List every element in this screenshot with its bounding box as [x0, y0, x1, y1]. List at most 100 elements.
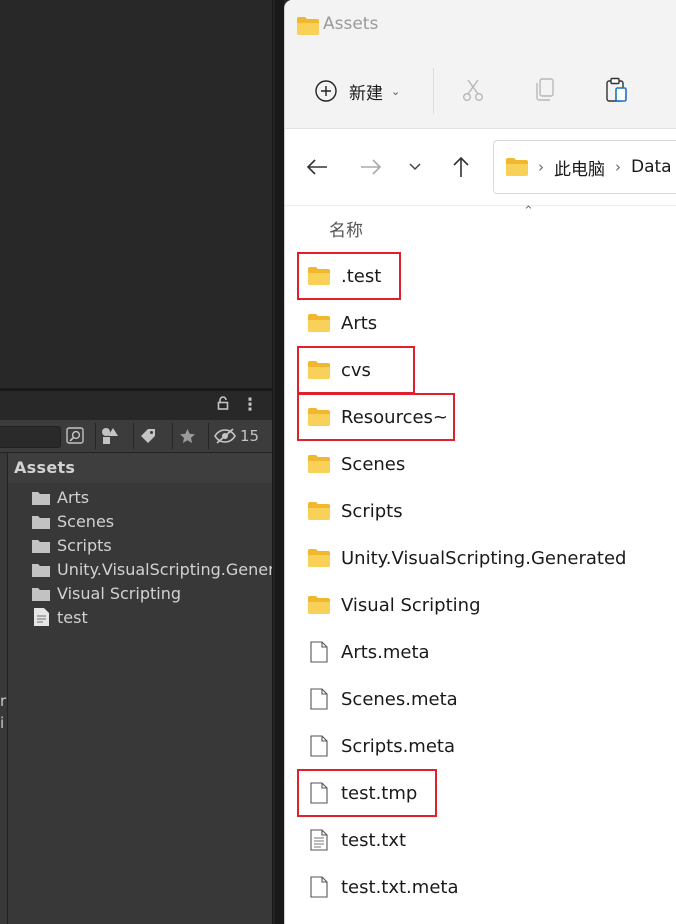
file-name: Arts	[341, 312, 378, 334]
breadcrumb-item[interactable]: 此电脑	[554, 155, 605, 180]
clipped-text: i	[0, 714, 5, 732]
navigation-bar: › 此电脑 › Data	[285, 129, 676, 206]
text-file-icon	[307, 828, 331, 852]
file-row[interactable]: test.txt.meta	[307, 871, 676, 903]
folder-icon	[307, 405, 331, 429]
asset-item[interactable]: Scenes	[32, 509, 272, 533]
text-file-icon	[32, 608, 50, 626]
back-arrow-icon[interactable]	[302, 152, 332, 182]
up-arrow-icon[interactable]	[446, 152, 476, 182]
project-search-input[interactable]	[0, 426, 61, 448]
file-explorer-window: Assets 新建 ⌄ › 此电脑 › Data ⌃ 名称 .test Arts…	[284, 0, 676, 924]
assets-header: Assets	[8, 453, 272, 483]
folder-icon	[297, 17, 319, 39]
folder-icon	[32, 585, 50, 601]
sort-ascending-icon: ⌃	[523, 204, 534, 219]
file-row[interactable]: Scenes.meta	[307, 683, 676, 715]
asset-item-label: Scripts	[57, 535, 112, 555]
file-name: test.txt.meta	[341, 876, 459, 898]
folder-icon	[307, 452, 331, 476]
lock-icon[interactable]	[214, 395, 232, 415]
panel-divider-vertical[interactable]	[272, 0, 284, 924]
toolbar-divider	[433, 68, 434, 114]
file-row[interactable]: Scenes	[307, 448, 676, 480]
file-icon	[307, 640, 331, 664]
folder-icon	[307, 358, 331, 382]
cut-icon[interactable]	[459, 76, 487, 104]
recent-locations-chevron-icon[interactable]	[400, 152, 430, 182]
asset-item-label: Arts	[57, 487, 90, 507]
file-row[interactable]: Resources~	[307, 401, 676, 433]
asset-item-label: Unity.VisualScripting.Generated	[57, 559, 272, 579]
hidden-count: 15	[240, 427, 260, 445]
file-name: Resources~	[341, 406, 449, 428]
file-row[interactable]: Visual Scripting	[307, 589, 676, 621]
file-icon	[307, 687, 331, 711]
address-bar[interactable]: › 此电脑 › Data	[493, 140, 676, 194]
file-name: Visual Scripting	[341, 594, 481, 616]
chevron-down-icon: ⌄	[391, 84, 401, 98]
folder-icon	[307, 311, 331, 335]
folder-icon	[307, 546, 331, 570]
window-title: Assets	[323, 14, 379, 34]
file-row[interactable]: Arts.meta	[307, 636, 676, 668]
file-name: .test	[341, 265, 382, 287]
folder-icon	[307, 264, 331, 288]
unity-scene-area	[0, 0, 272, 388]
folder-icon	[307, 499, 331, 523]
paste-icon[interactable]	[603, 76, 631, 104]
folder-icon	[32, 561, 50, 577]
project-folder-tree-strip	[0, 453, 8, 924]
file-name: Arts.meta	[341, 641, 430, 663]
hidden-packages-eye-icon[interactable]	[208, 423, 241, 449]
command-bar: 新建 ⌄	[285, 52, 676, 129]
file-row[interactable]: Unity.VisualScripting.Generated	[307, 542, 676, 574]
name-column-header[interactable]: 名称	[329, 216, 363, 241]
folder-icon	[32, 513, 50, 529]
more-options-icon[interactable]: ⋮	[241, 395, 259, 415]
search-by-type-icon[interactable]	[62, 423, 90, 449]
breadcrumb-separator: ›	[615, 158, 621, 176]
new-button[interactable]: 新建 ⌄	[315, 76, 400, 106]
file-name: Unity.VisualScripting.Generated	[341, 547, 627, 569]
file-name: test.txt	[341, 829, 407, 851]
assets-header-title: Assets	[14, 458, 76, 477]
asset-item[interactable]: Scripts	[32, 533, 272, 557]
file-row[interactable]: Scripts.meta	[307, 730, 676, 762]
asset-item-label: Visual Scripting	[57, 583, 181, 603]
favorites-star-icon[interactable]	[172, 423, 201, 449]
asset-item-label: test	[57, 607, 88, 627]
folder-icon	[506, 158, 528, 176]
file-row[interactable]: .test	[307, 260, 676, 292]
file-row[interactable]: Scripts	[307, 495, 676, 527]
asset-item[interactable]: Unity.VisualScripting.Generated	[32, 557, 272, 581]
file-name: Scenes	[341, 453, 406, 475]
new-button-label: 新建	[349, 83, 383, 104]
file-name: test.tmp	[341, 782, 418, 804]
file-row[interactable]: Arts	[307, 307, 676, 339]
folder-icon	[32, 537, 50, 553]
file-row[interactable]: test.txt	[307, 824, 676, 856]
file-icon	[307, 875, 331, 899]
file-name: Scripts.meta	[341, 735, 456, 757]
asset-item[interactable]: test	[32, 605, 272, 629]
file-icon	[307, 734, 331, 758]
asset-item[interactable]: Arts	[32, 485, 272, 509]
asset-item[interactable]: Visual Scripting	[32, 581, 272, 605]
file-icon	[307, 781, 331, 805]
file-row[interactable]: test.tmp	[307, 777, 676, 809]
forward-arrow-icon[interactable]	[356, 152, 386, 182]
copy-icon[interactable]	[531, 76, 559, 104]
clipped-text: r	[0, 692, 7, 710]
file-name: Scripts	[341, 500, 403, 522]
filter-by-label-icon[interactable]	[133, 423, 162, 449]
folder-icon	[32, 489, 50, 505]
project-tab-bar: ⋮	[0, 391, 272, 420]
folder-icon	[307, 593, 331, 617]
breadcrumb-item[interactable]: Data	[631, 157, 672, 177]
project-toolbar: 15	[0, 420, 272, 453]
file-row[interactable]: cvs	[307, 354, 676, 386]
filter-by-type-icon[interactable]	[95, 423, 124, 449]
plus-circle-icon	[315, 80, 337, 102]
breadcrumb-separator: ›	[538, 158, 544, 176]
